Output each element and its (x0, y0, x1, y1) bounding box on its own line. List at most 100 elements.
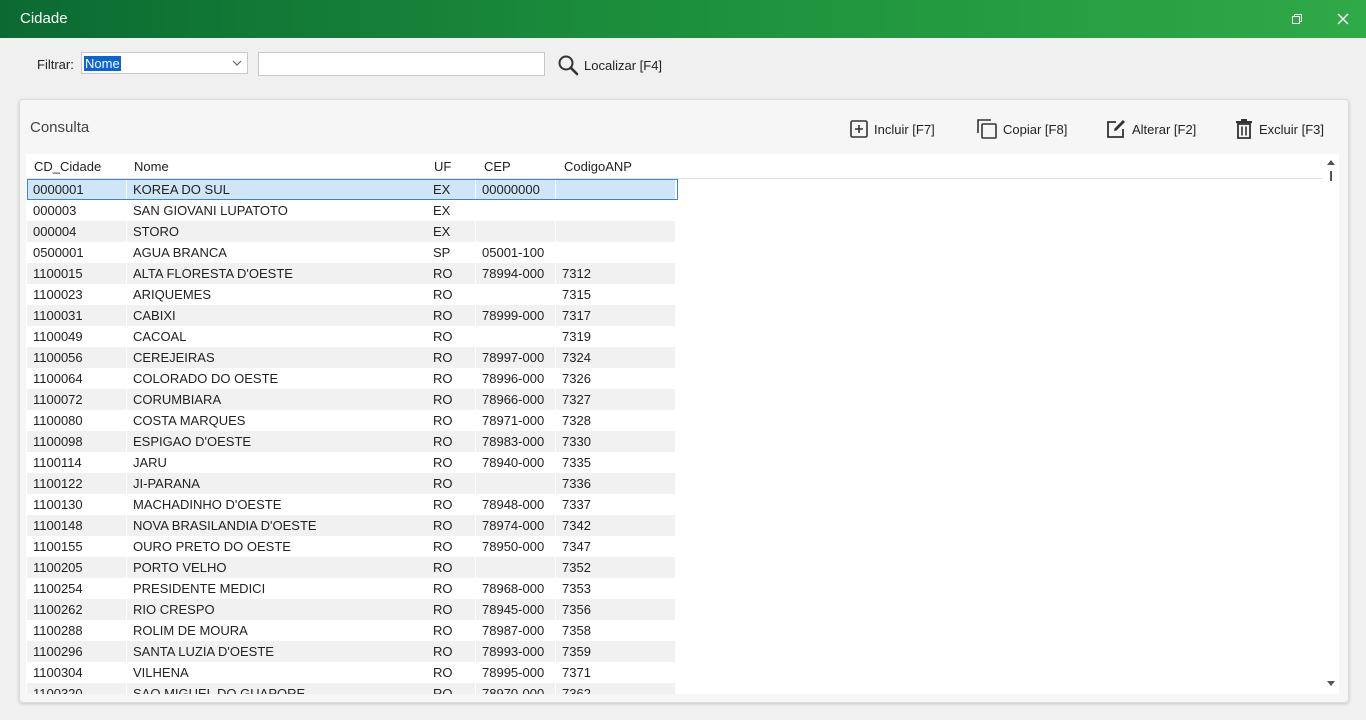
column-header-nome[interactable]: Nome (134, 159, 169, 174)
restore-icon (1292, 14, 1302, 24)
cell-cep: 78993-000 (476, 641, 555, 662)
cell-cep: 78968-000 (482, 581, 545, 596)
cell-nome: PRESIDENTE MEDICI (133, 581, 266, 596)
cell-codigo-anp: 7328 (562, 413, 591, 428)
table-row[interactable]: 1100148 NOVA BRASILANDIA D'OESTE RO 78974-0… (26, 515, 1323, 536)
table-row[interactable]: 0500001 AGUA BRANCA SP 05001-100 (26, 242, 1323, 263)
cell-uf: RO (433, 665, 453, 680)
table-row[interactable]: 1100262 RIO CRESPO RO 78945-000 7356 (26, 599, 1323, 620)
cell-uf: RO (433, 581, 453, 596)
cell-nome: ARIQUEMES (133, 287, 212, 302)
cell-codigo-anp: 7362 (556, 683, 675, 694)
table-row[interactable]: 000004 STORO EX (26, 221, 1323, 242)
table-row[interactable]: 1100015 ALTA FLORESTA D'OESTE RO 78994-000 7… (26, 263, 1323, 284)
data-grid[interactable]: CD_Cidade Nome UF CEP CodigoANP 0000001 K… (26, 154, 1323, 694)
cell-codigo-anp: 7356 (556, 599, 675, 620)
cell-cep (476, 326, 555, 347)
scroll-up-icon[interactable] (1326, 158, 1336, 166)
cell-codigo-anp: 7337 (562, 497, 591, 512)
table-row[interactable]: 1100023 ARIQUEMES RO 7315 (26, 284, 1323, 305)
cell-codigo-anp: 7326 (562, 371, 591, 386)
table-row[interactable]: 1100056 CEREJEIRAS RO 78997-000 7324 (26, 347, 1323, 368)
cell-cd-cidade: 1100320 (27, 683, 126, 694)
table-row[interactable]: 1100031 CABIXI RO 78999-000 7317 (26, 305, 1323, 326)
table-row[interactable]: 1100072 CORUMBIARA RO 78966-000 7327 (26, 389, 1323, 410)
cell-cd-cidade: 1100015 (27, 263, 126, 284)
cell-cep: 78970-000 (476, 683, 555, 694)
cell-nome: KOREA DO SUL (127, 179, 475, 200)
copy-button[interactable]: Copiar [F8] (976, 116, 1067, 142)
cell-cep: 78983-000 (476, 431, 555, 452)
cell-uf: RO (427, 389, 475, 410)
chevron-down-icon (232, 60, 242, 66)
cell-cep (476, 557, 555, 578)
cell-cd-cidade: 1100049 (33, 329, 83, 344)
cell-codigo-anp (556, 242, 675, 263)
table-row[interactable]: 1100064 COLORADO DO OESTE RO 78996-000 7326 (26, 368, 1323, 389)
plus-square-icon (850, 120, 868, 138)
trash-icon (1236, 119, 1252, 139)
include-button[interactable]: Incluir [F7] (849, 116, 935, 142)
query-panel: Consulta Incluir [F7] Copiar [F8] Altera… (19, 99, 1349, 703)
cell-uf: RO (433, 539, 453, 554)
cell-codigo-anp: 7315 (562, 287, 591, 302)
grid-rows: 0000001 KOREA DO SUL EX 00000000 000003 SAN G… (26, 179, 1323, 694)
cell-codigo-anp: 7330 (556, 431, 675, 452)
search-button[interactable]: Localizar [F4] (557, 52, 662, 78)
cell-nome: CACOAL (133, 329, 187, 344)
cell-cep: 78995-000 (482, 665, 545, 680)
cell-cep: 78997-000 (476, 347, 555, 368)
filter-text-input[interactable] (258, 52, 545, 76)
column-header-uf[interactable]: UF (434, 159, 451, 174)
table-row[interactable]: 1100130 MACHADINHO D'OESTE RO 78948-000 7337 (26, 494, 1323, 515)
grid-header: CD_Cidade Nome UF CEP CodigoANP (26, 154, 1323, 179)
cell-nome: JI-PARANA (127, 473, 475, 494)
cell-cep (476, 200, 555, 221)
table-row[interactable]: 000003 SAN GIOVANI LUPATOTO EX (26, 200, 1323, 221)
copy-icon (977, 119, 997, 139)
cell-codigo-anp: 7358 (562, 623, 591, 638)
table-row[interactable]: 1100320 SAO MIGUEL DO GUAPORE RO 78970-000 7… (26, 683, 1323, 694)
cell-nome: SANTA LUZIA D'OESTE (127, 641, 475, 662)
copy-button-label: Copiar [F8] (1003, 121, 1068, 137)
scrollbar-thumb[interactable] (1330, 171, 1332, 181)
cell-cep: 05001-100 (482, 245, 545, 260)
table-row[interactable]: 1100296 SANTA LUZIA D'OESTE RO 78993-000 735… (26, 641, 1323, 662)
scroll-down-icon[interactable] (1326, 680, 1336, 688)
table-row[interactable]: 1100254 PRESIDENTE MEDICI RO 78968-000 7353 (26, 578, 1323, 599)
table-row[interactable]: 1100080 COSTA MARQUES RO 78971-000 7328 (26, 410, 1323, 431)
title-bar: Cidade (0, 0, 1366, 38)
cell-codigo-anp: 7319 (562, 329, 591, 344)
cell-codigo-anp: 7317 (556, 305, 675, 326)
table-row[interactable]: 1100288 ROLIM DE MOURA RO 78987-000 7358 (26, 620, 1323, 641)
close-button[interactable] (1320, 0, 1366, 38)
cell-cd-cidade: 1100064 (33, 371, 83, 386)
cell-nome: CABIXI (127, 305, 475, 326)
table-row[interactable]: 1100205 PORTO VELHO RO 7352 (26, 557, 1323, 578)
table-row[interactable]: 1100304 VILHENA RO 78995-000 7371 (26, 662, 1323, 683)
table-row[interactable]: 1100122 JI-PARANA RO 7336 (26, 473, 1323, 494)
delete-button[interactable]: Excluir [F3] (1234, 116, 1324, 142)
table-row[interactable]: 1100098 ESPIGAO D'OESTE RO 78983-000 7330 (26, 431, 1323, 452)
cell-cep (476, 284, 555, 305)
filter-field-select[interactable]: Nome (81, 52, 248, 74)
column-header-cd-cidade[interactable]: CD_Cidade (34, 159, 101, 174)
cell-cep (476, 473, 555, 494)
cell-codigo-anp: 7359 (556, 641, 675, 662)
table-row[interactable]: 1100114 JARU RO 78940-000 7335 (26, 452, 1323, 473)
edit-button[interactable]: Alterar [F2] (1105, 116, 1196, 142)
cell-codigo-anp (556, 221, 675, 242)
column-header-codigo-anp[interactable]: CodigoANP (564, 159, 632, 174)
restore-button[interactable] (1274, 0, 1320, 38)
cell-cep: 78950-000 (482, 539, 545, 554)
cell-cd-cidade: 0500001 (33, 245, 84, 260)
cell-nome: ALTA FLORESTA D'OESTE (127, 263, 475, 284)
column-header-cep[interactable]: CEP (484, 159, 511, 174)
table-row[interactable]: 0000001 KOREA DO SUL EX 00000000 (26, 179, 1323, 200)
table-row[interactable]: 1100049 CACOAL RO 7319 (26, 326, 1323, 347)
cell-uf: RO (427, 305, 475, 326)
vertical-scrollbar[interactable] (1323, 154, 1339, 694)
cell-cd-cidade: 1100072 (27, 389, 126, 410)
cell-cep: 00000000 (476, 179, 555, 200)
table-row[interactable]: 1100155 OURO PRETO DO OESTE RO 78950-000 734… (26, 536, 1323, 557)
